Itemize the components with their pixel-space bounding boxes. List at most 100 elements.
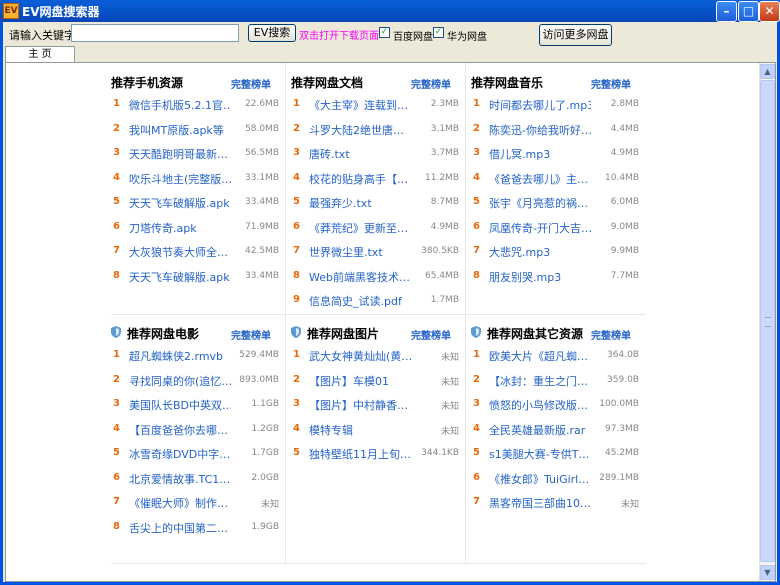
list-item[interactable]: 3 借儿冥.mp3 4.9MB bbox=[471, 142, 651, 166]
item-name-link[interactable]: 时间都去哪儿了.mp3 bbox=[489, 97, 591, 113]
item-name-link[interactable]: 《莽荒纪》更新至… bbox=[309, 220, 411, 236]
item-name-link[interactable]: 北京爱情故事.TC1… bbox=[129, 471, 231, 487]
keyword-input[interactable] bbox=[71, 24, 239, 42]
item-name-link[interactable]: 《推女郎》TuiGirl… bbox=[489, 471, 591, 487]
list-item[interactable]: 6 《推女郎》TuiGirl… 289.1MB bbox=[471, 467, 651, 491]
list-item[interactable]: 2 【冰封：重生之门… 359.0B bbox=[471, 369, 651, 393]
item-name-link[interactable]: 【百度爸爸你去哪… bbox=[129, 422, 231, 438]
item-name-link[interactable]: 【冰封：重生之门… bbox=[489, 373, 591, 389]
item-name-link[interactable]: 冰雪奇缘DVD中字… bbox=[129, 446, 231, 462]
item-name-link[interactable]: 全民英雄最新版.rar bbox=[489, 422, 591, 438]
list-item[interactable]: 3 唐砖.txt 3.7MB bbox=[291, 142, 471, 166]
list-item[interactable]: 9 信息简史_试读.pdf 1.7MB bbox=[291, 289, 471, 313]
item-name-link[interactable]: Web前端黑客技术… bbox=[309, 269, 411, 285]
item-name-link[interactable]: 舌尖上的中国第二… bbox=[129, 520, 231, 536]
list-item[interactable]: 2 寻找同桌的你(追忆… 893.0MB bbox=[111, 369, 291, 393]
maximize-button[interactable]: □ bbox=[738, 1, 759, 22]
scroll-down-icon[interactable]: ▼ bbox=[760, 565, 775, 580]
item-name-link[interactable]: s1美腿大赛-专供T… bbox=[489, 446, 591, 462]
list-item[interactable]: 1 武大女神黄灿灿(黄… 未知 bbox=[291, 344, 471, 368]
item-name-link[interactable]: 吹乐斗地主(完整版… bbox=[129, 171, 231, 187]
minimize-button[interactable]: – bbox=[716, 1, 737, 22]
item-name-link[interactable]: 张宇《月亮惹的祸… bbox=[489, 195, 591, 211]
list-item[interactable]: 6 刀塔传奇.apk 71.9MB bbox=[111, 216, 291, 240]
list-item[interactable]: 5 s1美腿大赛-专供T… 45.2MB bbox=[471, 442, 651, 466]
list-item[interactable]: 4 吹乐斗地主(完整版… 33.1MB bbox=[111, 167, 291, 191]
full-list-link[interactable]: 完整榜单 bbox=[231, 76, 271, 91]
visit-more-button[interactable]: 访问更多网盘 bbox=[539, 24, 612, 46]
item-name-link[interactable]: 唐砖.txt bbox=[309, 146, 411, 162]
item-name-link[interactable]: 微信手机版5.2.1官… bbox=[129, 97, 231, 113]
list-item[interactable]: 1 超凡蜘蛛侠2.rmvb 529.4MB bbox=[111, 344, 291, 368]
full-list-link[interactable]: 完整榜单 bbox=[411, 76, 451, 91]
item-name-link[interactable]: 最强弃少.txt bbox=[309, 195, 411, 211]
item-name-link[interactable]: 《爸爸去哪儿》主… bbox=[489, 171, 591, 187]
item-name-link[interactable]: 朋友别哭.mp3 bbox=[489, 269, 591, 285]
full-list-link[interactable]: 完整榜单 bbox=[411, 327, 451, 342]
list-item[interactable]: 7 《催眠大师》制作… 未知 bbox=[111, 491, 291, 515]
list-item[interactable]: 6 凤凰传奇-开门大吉… 9.0MB bbox=[471, 216, 651, 240]
item-name-link[interactable]: 独特壁纸11月上旬… bbox=[309, 446, 411, 462]
item-name-link[interactable]: 【图片】中村静香… bbox=[309, 397, 411, 413]
list-item[interactable]: 2 【图片】车模01 未知 bbox=[291, 369, 471, 393]
list-item[interactable]: 8 Web前端黑客技术… 65.4MB bbox=[291, 265, 471, 289]
item-name-link[interactable]: 【图片】车模01 bbox=[309, 373, 411, 389]
vertical-scrollbar[interactable]: ▲ ▼ bbox=[759, 63, 775, 581]
item-name-link[interactable]: 校花的贴身高手【… bbox=[309, 171, 411, 187]
item-name-link[interactable]: 寻找同桌的你(追忆… bbox=[129, 373, 231, 389]
list-item[interactable]: 1 欧美大片《超凡蜘… 364.0B bbox=[471, 344, 651, 368]
list-item[interactable]: 2 陈奕迅-你给我听好… 4.4MB bbox=[471, 118, 651, 142]
item-name-link[interactable]: 信息简史_试读.pdf bbox=[309, 293, 411, 309]
list-item[interactable]: 8 舌尖上的中国第二… 1.9GB bbox=[111, 516, 291, 540]
list-item[interactable]: 4 校花的贴身高手【… 11.2MB bbox=[291, 167, 471, 191]
list-item[interactable]: 5 独特壁纸11月上旬… 344.1KB bbox=[291, 442, 471, 466]
full-list-link[interactable]: 完整榜单 bbox=[591, 327, 631, 342]
list-item[interactable]: 8 天天飞车破解版.apk 33.4MB bbox=[111, 265, 291, 289]
item-name-link[interactable]: 《催眠大师》制作… bbox=[129, 495, 231, 511]
list-item[interactable]: 3 【图片】中村静香… 未知 bbox=[291, 393, 471, 417]
list-item[interactable]: 7 世界微尘里.txt 380.5KB bbox=[291, 240, 471, 264]
scroll-up-icon[interactable]: ▲ bbox=[760, 64, 775, 79]
list-item[interactable]: 1 微信手机版5.2.1官… 22.6MB bbox=[111, 93, 291, 117]
list-item[interactable]: 3 愤怒的小鸟修改版… 100.0MB bbox=[471, 393, 651, 417]
list-item[interactable]: 5 张宇《月亮惹的祸… 6.0MB bbox=[471, 191, 651, 215]
list-item[interactable]: 6 北京爱情故事.TC1… 2.0GB bbox=[111, 467, 291, 491]
full-list-link[interactable]: 完整榜单 bbox=[231, 327, 271, 342]
list-item[interactable]: 5 最强弃少.txt 8.7MB bbox=[291, 191, 471, 215]
item-name-link[interactable]: 天天飞车破解版.apk bbox=[129, 195, 231, 211]
item-name-link[interactable]: 借儿冥.mp3 bbox=[489, 146, 591, 162]
item-name-link[interactable]: 陈奕迅-你给我听好… bbox=[489, 122, 591, 138]
item-name-link[interactable]: 愤怒的小鸟修改版… bbox=[489, 397, 591, 413]
item-name-link[interactable]: 美国队长BD中英双… bbox=[129, 397, 231, 413]
list-item[interactable]: 2 我叫MT原版.apk等 58.0MB bbox=[111, 118, 291, 142]
list-item[interactable]: 2 斗罗大陆2绝世唐… 3.1MB bbox=[291, 118, 471, 142]
list-item[interactable]: 4 全民英雄最新版.rar 97.3MB bbox=[471, 418, 651, 442]
item-name-link[interactable]: 黑客帝国三部曲10… bbox=[489, 495, 591, 511]
list-item[interactable]: 3 天天酷跑明哥最新… 56.5MB bbox=[111, 142, 291, 166]
list-item[interactable]: 7 大灰狼节奏大师全… 42.5MB bbox=[111, 240, 291, 264]
item-name-link[interactable]: 大悲咒.mp3 bbox=[489, 244, 591, 260]
list-item[interactable]: 5 天天飞车破解版.apk 33.4MB bbox=[111, 191, 291, 215]
tab-home[interactable]: 主 页 bbox=[5, 46, 75, 62]
list-item[interactable]: 6 《莽荒纪》更新至… 4.9MB bbox=[291, 216, 471, 240]
list-item[interactable]: 5 冰雪奇缘DVD中字… 1.7GB bbox=[111, 442, 291, 466]
item-name-link[interactable]: 大灰狼节奏大师全… bbox=[129, 244, 231, 260]
item-name-link[interactable]: 天天酷跑明哥最新… bbox=[129, 146, 231, 162]
title-bar[interactable]: EV EV网盘搜索器 – □ ✕ bbox=[0, 0, 780, 22]
list-item[interactable]: 7 大悲咒.mp3 9.9MB bbox=[471, 240, 651, 264]
list-item[interactable]: 1 时间都去哪儿了.mp3 2.8MB bbox=[471, 93, 651, 117]
list-item[interactable]: 4 模特专辑 未知 bbox=[291, 418, 471, 442]
list-item[interactable]: 7 黑客帝国三部曲10… 未知 bbox=[471, 491, 651, 515]
list-item[interactable]: 8 朋友别哭.mp3 7.7MB bbox=[471, 265, 651, 289]
item-name-link[interactable]: 天天飞车破解版.apk bbox=[129, 269, 231, 285]
item-name-link[interactable]: 斗罗大陆2绝世唐… bbox=[309, 122, 411, 138]
item-name-link[interactable]: 世界微尘里.txt bbox=[309, 244, 411, 260]
list-item[interactable]: 1 《大主宰》连载到… 2.3MB bbox=[291, 93, 471, 117]
list-item[interactable]: 4 【百度爸爸你去哪… 1.2GB bbox=[111, 418, 291, 442]
huawei-checkbox[interactable]: ✓ bbox=[433, 27, 444, 38]
list-item[interactable]: 3 美国队长BD中英双… 1.1GB bbox=[111, 393, 291, 417]
baidu-checkbox[interactable]: ✓ bbox=[379, 27, 390, 38]
item-name-link[interactable]: 《大主宰》连载到… bbox=[309, 97, 411, 113]
item-name-link[interactable]: 欧美大片《超凡蜘… bbox=[489, 348, 591, 364]
full-list-link[interactable]: 完整榜单 bbox=[591, 76, 631, 91]
